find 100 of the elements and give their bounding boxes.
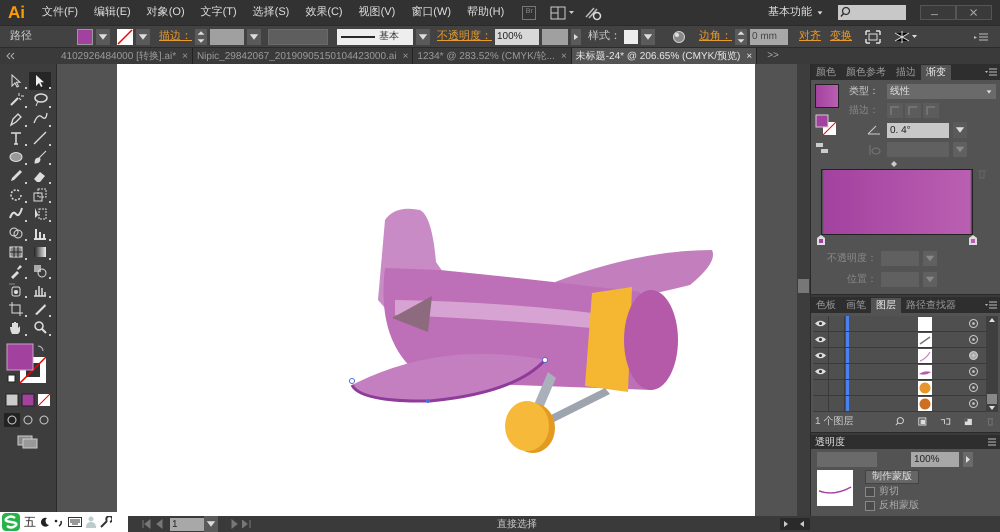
clipping-mask-icon[interactable] — [917, 416, 928, 426]
tab-overflow-button[interactable]: >> — [757, 48, 789, 64]
menu-item[interactable]: 选择(S) — [244, 4, 298, 21]
isolate-frame-icon[interactable] — [865, 30, 881, 44]
menu-item[interactable]: 文件(F) — [34, 4, 86, 21]
close-tab-button[interactable]: × — [182, 48, 188, 64]
layer-row[interactable] — [813, 380, 986, 396]
input-method-logo-icon[interactable] — [2, 513, 20, 531]
screen-mode-icon[interactable] — [17, 435, 39, 449]
stroke-link[interactable]: 描边： — [159, 28, 192, 45]
panel-tab[interactable]: 图层 — [871, 298, 901, 313]
scroll-arrows-icon[interactable] — [780, 518, 810, 530]
scroll-down-icon[interactable] — [986, 404, 998, 412]
checkbox[interactable] — [865, 487, 875, 497]
wrench-icon[interactable] — [100, 516, 112, 528]
panel-tab[interactable]: 路径查找器 — [901, 298, 961, 313]
target-circle-icon[interactable] — [969, 367, 978, 376]
locate-object-icon[interactable] — [894, 416, 906, 426]
gradient-stop-icon[interactable] — [817, 235, 825, 245]
gradient-type-dropdown[interactable]: 线性 — [887, 84, 996, 99]
fill-dropdown-button[interactable] — [96, 28, 110, 44]
close-tab-button[interactable]: × — [402, 48, 408, 64]
recolor-globe-icon[interactable] — [672, 30, 686, 44]
style-dropdown[interactable] — [641, 28, 655, 44]
color-mode-buttons-icon[interactable] — [4, 393, 52, 407]
panel-tab[interactable]: 描边 — [891, 65, 921, 80]
panel-tab[interactable]: 画笔 — [841, 298, 871, 313]
target-circle-icon[interactable] — [969, 319, 978, 328]
scroll-up-icon[interactable] — [986, 316, 998, 324]
arrange-documents-icon[interactable] — [550, 6, 576, 20]
graphic-style-swatch[interactable] — [624, 30, 638, 44]
layer-row[interactable] — [813, 332, 986, 348]
visibility-eye-icon[interactable] — [815, 352, 826, 359]
gradient-preview-swatch[interactable] — [815, 84, 839, 108]
panel-menu-icon[interactable] — [974, 32, 988, 42]
close-button[interactable] — [956, 5, 992, 20]
stepper-icon[interactable] — [195, 28, 207, 44]
new-sublayer-icon[interactable] — [940, 416, 951, 426]
document-tab[interactable]: 未标题-24* @ 206.65% (CMYK/预览) × — [572, 48, 758, 64]
menu-item[interactable]: 效果(C) — [297, 4, 351, 21]
opacity-field[interactable]: 100% — [911, 452, 959, 467]
gradient-stop-icon[interactable] — [969, 235, 977, 245]
fill-color-swatch[interactable] — [77, 28, 93, 44]
transform-link[interactable]: 变换 — [830, 28, 852, 45]
close-tab-button[interactable]: × — [560, 48, 567, 64]
perspective-grid-icon[interactable] — [894, 30, 918, 44]
menu-item[interactable]: 编辑(E) — [86, 4, 139, 21]
workspace-switcher[interactable]: 基本功能 — [760, 4, 832, 21]
target-circle-icon[interactable] — [969, 399, 978, 408]
variable-width-field[interactable] — [268, 28, 328, 44]
panel-tab[interactable]: 渐变 — [921, 65, 951, 80]
stroke-dropdown-button[interactable] — [136, 28, 150, 44]
layer-row[interactable] — [813, 348, 986, 364]
menu-item[interactable]: 窗口(W) — [403, 4, 459, 21]
panel-tab[interactable]: 色板 — [811, 298, 841, 313]
stroke-weight-field[interactable] — [210, 28, 244, 44]
visibility-eye-icon[interactable] — [815, 336, 826, 343]
midpoint-diamond-icon[interactable] — [891, 161, 897, 167]
gradient-slider-bar[interactable] — [821, 169, 973, 235]
opacity-link[interactable]: 不透明度： — [437, 28, 492, 45]
menu-item[interactable]: 对象(O) — [138, 4, 193, 21]
checkbox[interactable] — [865, 501, 875, 511]
stepper-icon[interactable] — [735, 28, 747, 44]
menu-item[interactable]: 帮助(H) — [459, 4, 512, 21]
stroke-none-swatch[interactable] — [117, 28, 133, 44]
layers-scrollbar[interactable] — [986, 316, 998, 412]
panel-tab[interactable]: 透明度 — [815, 435, 845, 450]
punctuation-icon[interactable] — [54, 517, 64, 527]
make-mask-button[interactable]: 制作蒙版 — [865, 470, 919, 484]
moon-icon[interactable] — [40, 517, 50, 527]
search-field[interactable] — [838, 5, 906, 20]
target-circle-icon[interactable] — [969, 335, 978, 344]
panel-menu-icon[interactable] — [985, 67, 997, 77]
angle-field[interactable]: 0. 4° — [887, 122, 949, 138]
profile-dropdown[interactable] — [416, 28, 430, 44]
keyboard-icon[interactable] — [68, 517, 82, 527]
layer-row[interactable] — [813, 396, 986, 412]
tool-button[interactable] — [29, 72, 51, 90]
menu-item[interactable]: 文字(T) — [192, 4, 245, 21]
align-link[interactable]: 对齐 — [799, 28, 821, 45]
fill-stroke-swatches-icon[interactable] — [815, 114, 837, 136]
scrollbar-thumb[interactable] — [798, 279, 809, 293]
page-dropdown[interactable] — [204, 516, 218, 532]
layer-row[interactable] — [813, 316, 986, 332]
visibility-eye-icon[interactable] — [815, 368, 826, 375]
visibility-eye-icon[interactable] — [815, 320, 826, 327]
panel-tab[interactable]: 颜色 — [811, 65, 841, 80]
opacity-slider-field[interactable] — [542, 28, 568, 44]
stroke-profile-field[interactable]: 基本 — [337, 28, 413, 44]
angle-dropdown[interactable] — [953, 122, 967, 138]
page-number-field[interactable]: 1 — [170, 518, 204, 530]
corner-link[interactable]: 边角： — [699, 28, 732, 45]
target-circle-icon[interactable] — [969, 383, 978, 392]
corner-radius-field[interactable]: 0 mm — [750, 28, 788, 44]
layer-row[interactable] — [813, 364, 986, 380]
panel-menu-icon[interactable] — [985, 300, 997, 310]
scrollbar-thumb[interactable] — [987, 394, 997, 404]
opacity-field[interactable]: 100% — [495, 28, 539, 44]
close-tab-button[interactable]: × — [746, 48, 752, 64]
input-mode-label[interactable]: 五 — [24, 513, 36, 531]
